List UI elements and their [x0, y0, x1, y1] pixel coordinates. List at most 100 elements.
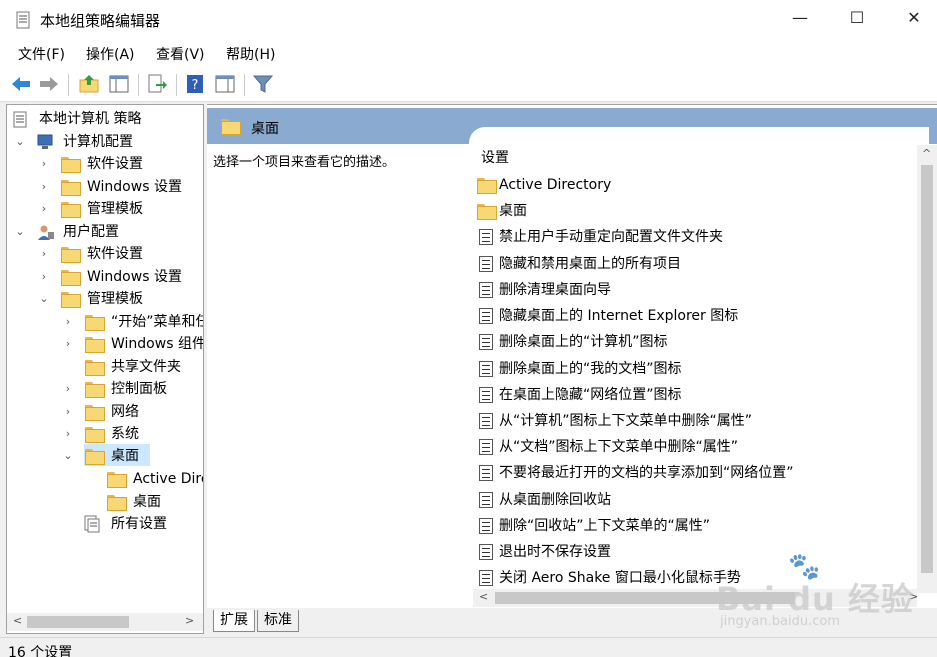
description-text: 选择一个项目来查看它的描述。 [213, 155, 396, 170]
scrollbar-thumb[interactable] [27, 616, 129, 628]
chevron-right-icon[interactable]: › [61, 333, 75, 355]
chevron-right-icon[interactable]: › [37, 198, 51, 220]
computer-icon [37, 134, 53, 149]
policy-setting-icon [479, 256, 493, 272]
chevron-right-icon[interactable]: › [61, 401, 75, 423]
folder-icon [61, 247, 81, 263]
chevron-right-icon[interactable]: › [61, 311, 75, 333]
toolbar: ? [0, 68, 937, 102]
menu-help[interactable]: 帮助(H) [226, 44, 275, 64]
chevron-right-icon[interactable]: › [37, 266, 51, 288]
policy-editor-icon [16, 11, 30, 29]
show-action-pane-icon[interactable] [214, 73, 236, 95]
tree-label: Windows 组件 [111, 336, 204, 352]
folder-icon [85, 360, 105, 376]
tree-label: 系统 [111, 426, 139, 442]
folder-icon [85, 337, 105, 353]
list-vertical-scrollbar[interactable]: ^ [917, 145, 937, 593]
up-folder-icon[interactable] [78, 73, 100, 95]
maximize-button[interactable]: ☐ [834, 0, 880, 36]
tab-standard[interactable]: 标准 [257, 610, 299, 632]
policy-setting-icon [479, 282, 493, 298]
tree-label: 控制面板 [111, 381, 167, 397]
menu-view[interactable]: 查看(V) [156, 44, 205, 64]
show-hide-tree-icon[interactable] [108, 73, 130, 95]
menu-action[interactable]: 操作(A) [86, 44, 135, 64]
folder-icon [85, 449, 105, 465]
tree-label: 管理模板 [87, 291, 143, 307]
folder-icon [61, 270, 81, 286]
settings-column-header[interactable]: 设置 [469, 127, 929, 166]
export-list-icon[interactable] [146, 73, 168, 95]
scroll-up-icon[interactable]: ^ [922, 147, 931, 160]
tree-label: 用户配置 [63, 224, 119, 240]
tree-label: 所有设置 [111, 516, 167, 532]
tree-label: Active Directory [133, 471, 203, 487]
tab-extended[interactable]: 扩展 [213, 610, 255, 632]
chevron-right-icon[interactable]: › [37, 153, 51, 175]
folder-icon [85, 427, 105, 443]
policy-setting-icon [479, 308, 493, 324]
scrollbar-thumb[interactable] [921, 165, 933, 573]
policy-setting-icon [479, 229, 493, 245]
tree-label: 桌面 [111, 448, 139, 464]
title-bar: 本地组策略编辑器 — ☐ ✕ [0, 0, 937, 40]
folder-icon [61, 292, 81, 308]
column-label: 设置 [481, 150, 509, 166]
scroll-left-icon[interactable]: < [479, 590, 488, 603]
tree-label: 软件设置 [87, 156, 143, 172]
scroll-right-icon[interactable]: > [185, 614, 194, 627]
watermark-sub: jingyan.baidu.com [720, 614, 840, 629]
tree-label: Windows 设置 [87, 269, 182, 285]
folder-icon [477, 178, 497, 194]
policy-setting-icon [479, 334, 493, 350]
folder-icon [85, 405, 105, 421]
svg-text:?: ? [192, 78, 199, 93]
folder-icon [107, 495, 127, 511]
folder-icon [85, 315, 105, 331]
folder-icon [61, 180, 81, 196]
tree-label: 软件设置 [87, 246, 143, 262]
chevron-down-icon[interactable]: ⌄ [13, 221, 27, 243]
chevron-down-icon[interactable]: ⌄ [61, 445, 75, 467]
user-icon [38, 225, 54, 240]
close-button[interactable]: ✕ [891, 0, 937, 36]
baidu-watermark: 🐾 Bai du 经验 jingyan.baidu.com [716, 552, 916, 652]
tree-label: 管理模板 [87, 201, 143, 217]
tree-label: “开始”菜单和任 [111, 314, 204, 330]
chevron-right-icon[interactable]: › [37, 243, 51, 265]
tree-horizontal-scrollbar[interactable]: < > [7, 613, 203, 631]
forward-arrow-icon[interactable] [38, 73, 60, 95]
chevron-right-icon[interactable]: › [37, 176, 51, 198]
tree-label: 网络 [111, 404, 139, 420]
menu-bar: 文件(F) 操作(A) 查看(V) 帮助(H) [0, 40, 937, 68]
folder-icon [85, 382, 105, 398]
chevron-down-icon[interactable]: ⌄ [13, 131, 27, 153]
all-settings-icon [84, 515, 100, 533]
tree-label: Windows 设置 [87, 179, 182, 195]
tree-label: 共享文件夹 [111, 359, 181, 375]
scroll-left-icon[interactable]: < [13, 614, 22, 627]
filter-icon[interactable] [252, 73, 274, 95]
details-pane: 桌面 选择一个项目来查看它的描述。 设置 Active Directory 桌面… [207, 104, 937, 608]
folder-icon [221, 119, 241, 135]
minimize-button[interactable]: — [777, 0, 823, 36]
details-title: 桌面 [251, 121, 279, 137]
chevron-down-icon[interactable]: ⌄ [37, 288, 51, 310]
tree-label: 本地计算机 策略 [39, 111, 142, 127]
window-title: 本地组策略编辑器 [40, 12, 161, 30]
policy-setting-icon [479, 439, 493, 455]
policy-setting-icon [479, 518, 493, 534]
tree-label: 计算机配置 [63, 134, 133, 150]
back-arrow-icon[interactable] [10, 73, 32, 95]
policy-setting-icon [479, 492, 493, 508]
status-text: 16 个设置 [8, 645, 73, 657]
policy-setting-icon [479, 570, 493, 586]
tree-label: 桌面 [133, 494, 161, 510]
folder-icon [107, 472, 127, 488]
chevron-right-icon[interactable]: › [61, 378, 75, 400]
menu-file[interactable]: 文件(F) [18, 44, 65, 64]
chevron-right-icon[interactable]: › [61, 423, 75, 445]
help-icon[interactable]: ? [184, 73, 206, 95]
policy-setting-icon [479, 544, 493, 560]
